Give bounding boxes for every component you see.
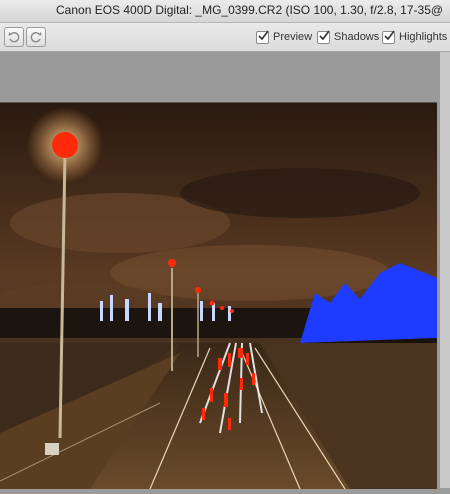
highlights-checkbox[interactable]: Highlights (382, 29, 447, 45)
shadows-label: Shadows (334, 31, 380, 43)
checkmark-icon (258, 30, 269, 40)
window-title: Canon EOS 400D Digital: _MG_0399.CR2 (IS… (56, 3, 444, 17)
checkmark-icon (384, 30, 395, 40)
rotate-left-button[interactable] (4, 27, 24, 47)
checkmark-icon (319, 30, 330, 40)
highlights-check-box[interactable] (382, 30, 395, 44)
toolbar: Preview Shadows Highlights (0, 23, 450, 52)
preview-label: Preview (273, 31, 313, 43)
rotate-right-button[interactable] (26, 27, 46, 47)
shadows-checkbox[interactable]: Shadows (317, 29, 379, 45)
preview-checkbox[interactable]: Preview (256, 29, 312, 45)
window-title-bar: Canon EOS 400D Digital: _MG_0399.CR2 (IS… (0, 0, 450, 23)
highlights-label: Highlights (399, 31, 448, 43)
shadows-check-box[interactable] (317, 30, 330, 44)
vertical-scrollbar[interactable] (440, 52, 450, 488)
photo-preview (0, 102, 437, 490)
rotate-cw-icon (30, 32, 42, 43)
preview-check-box[interactable] (256, 30, 269, 44)
rotate-ccw-icon (8, 32, 20, 43)
image-preview-area[interactable] (0, 52, 450, 490)
